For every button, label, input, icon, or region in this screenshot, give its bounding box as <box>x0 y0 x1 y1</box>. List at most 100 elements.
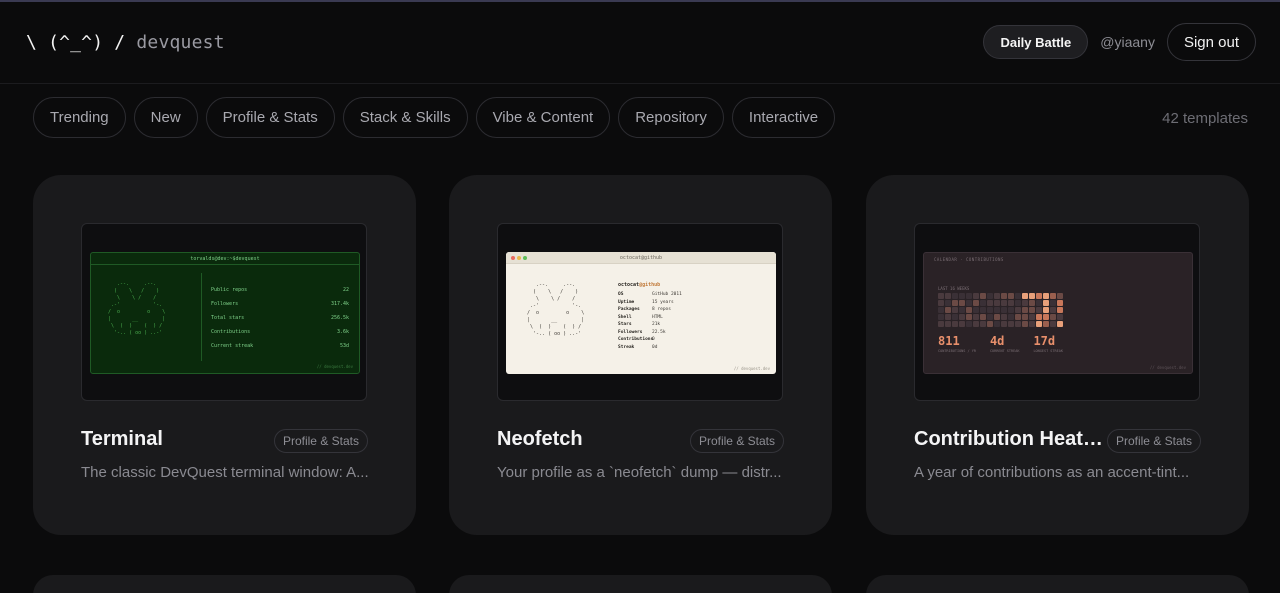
filter-profile-stats[interactable]: Profile & Stats <box>205 97 335 138</box>
heatmap-cell <box>959 321 965 327</box>
heatmap-cell <box>1057 300 1063 306</box>
heatmap-cell <box>987 307 993 313</box>
heatmap-cell <box>1057 293 1063 299</box>
logo-face: \ (^_^) / <box>26 32 126 53</box>
info-key: Packages <box>618 307 640 312</box>
stat-value: 317.4k <box>330 301 349 307</box>
heatmap-cell <box>1022 321 1028 327</box>
site-logo[interactable]: \ (^_^) / devquest <box>26 32 225 53</box>
heatmap-stats: 811 CONTRIBUTIONS / YR 4d CURRENT STREAK 1… <box>938 335 1077 353</box>
heatmap-cell <box>1001 314 1007 320</box>
heatmap-cell <box>1050 300 1056 306</box>
stat-value: 3.6k <box>336 329 349 335</box>
info-row: Contributions 0 <box>618 337 682 345</box>
neofetch-title-bar: octocat@github <box>506 252 776 264</box>
heatmap-cell <box>1043 293 1049 299</box>
template-card[interactable] <box>33 575 416 593</box>
stat-contributions: 811 CONTRIBUTIONS / YR <box>938 335 976 353</box>
template-card-contribution-heatmap[interactable]: CALENDAR · CONTRIBUTIONS LAST 16 WEEKS 8… <box>866 175 1249 535</box>
heatmap-cell <box>1008 293 1014 299</box>
heatmap-cell <box>966 321 972 327</box>
heatmap-header: CALENDAR · CONTRIBUTIONS <box>934 257 1004 262</box>
stat-value: 256.5k <box>330 315 349 321</box>
heatmap-cell <box>987 300 993 306</box>
daily-battle-button[interactable]: Daily Battle <box>983 25 1089 59</box>
stat-label: Total stars <box>211 315 245 321</box>
filter-vibe-content[interactable]: Vibe & Content <box>475 97 611 138</box>
info-row: Streak 0d <box>618 345 682 353</box>
username-link[interactable]: @yiaany <box>1100 34 1155 50</box>
card-title: Terminal <box>81 428 163 450</box>
heatmap-cell <box>994 293 1000 299</box>
stat-row: Followers 317.4k <box>211 301 349 315</box>
info-row: Shell HTML <box>618 315 682 323</box>
filter-new[interactable]: New <box>133 97 198 138</box>
filter-trending[interactable]: Trending <box>33 97 126 138</box>
heatmap-cell <box>945 300 951 306</box>
info-value: 21k <box>652 322 661 327</box>
terminal-footer: // devquest.dev <box>316 364 353 369</box>
heatmap-cell <box>1015 300 1021 306</box>
heatmap-cell <box>973 293 979 299</box>
heatmap-cell <box>1036 307 1042 313</box>
stat-value: 22 <box>342 287 349 293</box>
template-preview: octocat@github .--. .--. ( \ / ) \ \ / /… <box>497 223 783 401</box>
heatmap-cell <box>1050 314 1056 320</box>
heatmap-cell <box>959 293 965 299</box>
heatmap-cell <box>973 314 979 320</box>
sign-out-button[interactable]: Sign out <box>1166 23 1256 61</box>
heatmap-cell <box>1008 321 1014 327</box>
filter-stack-skills[interactable]: Stack & Skills <box>342 97 468 138</box>
heatmap-cell <box>952 293 958 299</box>
info-value: GitHub 2011 <box>652 292 682 297</box>
template-card[interactable] <box>449 575 832 593</box>
template-card-terminal[interactable]: torvalds@dev:~$devquest .--. .--. ( \ / … <box>33 175 416 535</box>
user-host: @github <box>639 282 661 288</box>
heatmap-cell <box>1029 307 1035 313</box>
heatmap-cell <box>952 300 958 306</box>
template-count: 42 templates <box>1162 110 1248 127</box>
heatmap-cell <box>1036 314 1042 320</box>
heatmap-cell <box>1050 321 1056 327</box>
heatmap-cell <box>980 293 986 299</box>
heatmap-cell <box>980 314 986 320</box>
heatmap-cell <box>938 293 944 299</box>
window-controls <box>511 256 529 260</box>
heatmap-cell <box>959 307 965 313</box>
heatmap-cell <box>987 321 993 327</box>
stat-row: Current streak 53d <box>211 343 349 357</box>
card-description: The classic DevQuest terminal window: A.… <box>81 464 369 481</box>
heatmap-cell <box>1001 300 1007 306</box>
heatmap-cell <box>1001 321 1007 327</box>
minimize-dot-icon <box>517 256 521 260</box>
category-tag: Profile & Stats <box>689 429 784 453</box>
heatmap-cell <box>938 307 944 313</box>
heatmap-cell <box>1022 293 1028 299</box>
heatmap-cell <box>966 307 972 313</box>
heatmap-cell <box>1015 293 1021 299</box>
heatmap-cell <box>1036 293 1042 299</box>
stat-longest-streak: 17d LONGEST STREAK <box>1033 335 1063 353</box>
info-value: 15 years <box>652 299 674 305</box>
heatmap-cell <box>945 293 951 299</box>
neofetch-user: octocat@github <box>618 282 682 288</box>
heatmap-cell <box>1036 300 1042 306</box>
heatmap-cell <box>994 307 1000 313</box>
template-card[interactable] <box>866 575 1249 593</box>
heatmap-cell <box>952 321 958 327</box>
heatmap-cell <box>1057 314 1063 320</box>
category-filters: Trending New Profile & Stats Stack & Ski… <box>33 97 843 138</box>
stat-value: 4d <box>989 334 1005 348</box>
filter-repository[interactable]: Repository <box>618 97 724 138</box>
heatmap-cell <box>973 321 979 327</box>
heatmap-cell <box>945 314 951 320</box>
heatmap-cell <box>1043 300 1049 306</box>
card-title: Contribution Heatmap <box>914 428 1104 450</box>
info-key: Streak <box>618 344 635 350</box>
heatmap-cell <box>952 314 958 320</box>
filter-interactive[interactable]: Interactive <box>731 97 836 138</box>
heatmap-cell <box>1043 314 1049 320</box>
heatmap-cell <box>1022 307 1028 313</box>
template-card-neofetch[interactable]: octocat@github .--. .--. ( \ / ) \ \ / /… <box>449 175 832 535</box>
stat-row: Public repos 22 <box>211 287 349 301</box>
